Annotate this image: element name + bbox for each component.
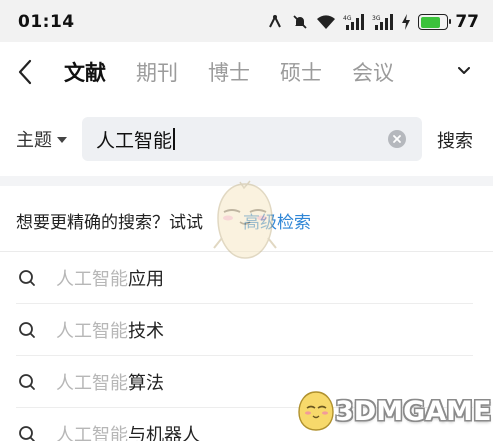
suggestion-prefix: 人工智能 <box>56 268 128 290</box>
status-bar: 01:14 4G 3G 77 <box>0 0 493 42</box>
search-icon <box>16 371 38 393</box>
suggestion-text: 人工智能应用 <box>56 265 164 291</box>
signal-3g-icon: 3G <box>372 13 394 31</box>
suggestion-text: 人工智能算法 <box>56 369 164 395</box>
suggestion-prefix: 人工智能 <box>56 372 128 394</box>
nfc-icon <box>266 13 284 31</box>
tab-wenxian[interactable]: 文献 <box>64 57 106 87</box>
search-query: 人工智能 <box>96 129 173 152</box>
chevron-left-icon <box>18 59 32 85</box>
dropdown-arrow-icon <box>57 137 67 143</box>
charging-icon <box>401 14 411 30</box>
clear-icon[interactable] <box>388 130 406 148</box>
search-box[interactable]: 人工智能 <box>82 117 422 161</box>
search-row: 主题 人工智能 搜索 <box>0 102 493 176</box>
search-scope-dropdown[interactable]: 主题 <box>16 126 67 152</box>
back-button[interactable] <box>10 54 40 90</box>
search-icon <box>16 267 38 289</box>
battery-level: 77 <box>455 12 479 32</box>
watermark-text: 3DMGAME <box>335 396 492 427</box>
text-caret <box>173 128 175 150</box>
chevron-down-icon <box>458 67 470 74</box>
suggestion-text: 人工智能技术 <box>56 317 164 343</box>
tab-huiyi[interactable]: 会议 <box>352 57 394 87</box>
wifi-icon <box>316 14 336 30</box>
suggestion-text: 人工智能与机器人 <box>56 421 200 441</box>
suggestion-prefix: 人工智能 <box>56 320 128 342</box>
suggestion-suffix: 算法 <box>128 372 164 394</box>
battery-icon <box>418 14 452 30</box>
tab-bar: 文献 期刊 博士 硕士 会议 <box>64 42 424 102</box>
more-tabs-button[interactable] <box>455 62 473 80</box>
search-icon <box>16 319 38 341</box>
search-icon <box>16 423 38 441</box>
status-icons: 4G 3G 77 <box>266 11 479 33</box>
battery-fill <box>420 16 441 28</box>
search-scope-label: 主题 <box>16 130 52 151</box>
suggestion-suffix: 与机器人 <box>128 424 200 441</box>
suggestion-item[interactable]: 人工智能技术 <box>16 304 473 356</box>
svg-text:4G: 4G <box>343 15 352 22</box>
search-input[interactable]: 人工智能 <box>96 117 386 161</box>
watermark-logo-icon <box>298 391 334 431</box>
mute-icon <box>291 13 309 31</box>
tab-shuoshi[interactable]: 硕士 <box>280 57 322 87</box>
svg-text:3G: 3G <box>372 15 381 22</box>
tab-boshi[interactable]: 博士 <box>208 57 250 87</box>
search-button[interactable]: 搜索 <box>437 127 473 153</box>
suggestion-suffix: 技术 <box>128 320 164 342</box>
status-time: 01:14 <box>18 12 75 32</box>
hint-text: 想要更精确的搜索？试试 <box>16 213 203 233</box>
suggestion-suffix: 应用 <box>128 268 164 290</box>
watermark-mascot-icon <box>213 180 277 259</box>
tab-qikan[interactable]: 期刊 <box>136 57 178 87</box>
signal-4g-icon: 4G <box>343 13 365 31</box>
tab-header: 文献 期刊 博士 硕士 会议 <box>0 42 493 102</box>
suggestion-prefix: 人工智能 <box>56 424 128 441</box>
